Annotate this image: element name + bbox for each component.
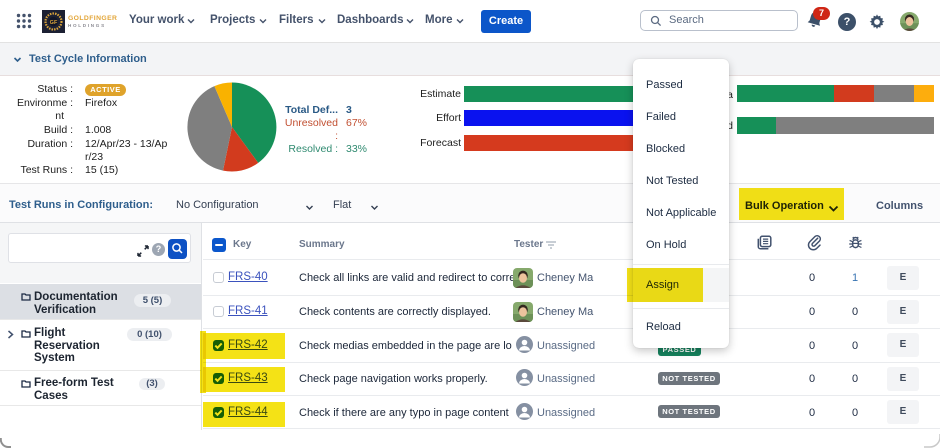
- svg-text:GF: GF: [50, 20, 58, 26]
